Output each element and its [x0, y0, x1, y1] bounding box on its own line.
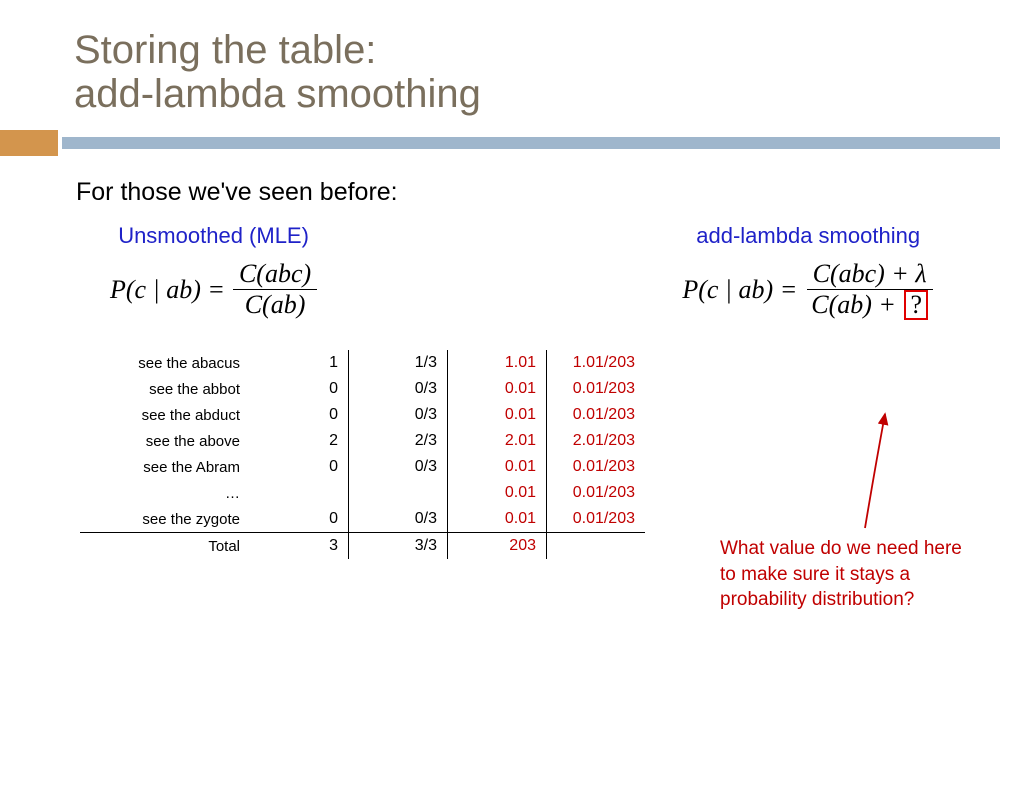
table-row: see the abduct00/30.010.01/203: [80, 402, 645, 428]
accent-box: [0, 130, 58, 156]
phrase-cell: …: [80, 480, 250, 506]
al-prob-cell: 0.01/203: [547, 454, 646, 480]
mle-cell: 0/3: [349, 454, 448, 480]
mle-cell: [349, 480, 448, 506]
al-prob-cell: 0.01/203: [547, 506, 646, 533]
unsmoothed-column: Unsmoothed (MLE) P(c | ab) = C(abc) C(ab…: [110, 223, 317, 320]
al-count-cell: 0.01: [448, 480, 547, 506]
count-cell: 3: [250, 533, 349, 560]
phrase-cell: see the above: [80, 428, 250, 454]
formula-row: Unsmoothed (MLE) P(c | ab) = C(abc) C(ab…: [110, 223, 934, 320]
al-count-cell: 2.01: [448, 428, 547, 454]
al-count-cell: 0.01: [448, 376, 547, 402]
count-cell: 0: [250, 454, 349, 480]
unknown-box: ?: [904, 290, 928, 320]
fraction: C(abc) + λ C(ab) + ?: [805, 259, 934, 320]
table-row: see the abbot00/30.010.01/203: [80, 376, 645, 402]
formula-lhs: P(c | ab) =: [110, 275, 225, 305]
al-count-cell: 203: [448, 533, 547, 560]
al-count-cell: 0.01: [448, 454, 547, 480]
phrase-cell: see the abduct: [80, 402, 250, 428]
al-prob-cell: 0.01/203: [547, 376, 646, 402]
phrase-cell: Total: [80, 533, 250, 560]
table-total-row: Total33/3203: [80, 533, 645, 560]
title-line-2: add-lambda smoothing: [74, 72, 481, 116]
count-cell: 0: [250, 376, 349, 402]
table-row: see the abacus11/31.011.01/203: [80, 350, 645, 376]
phrase-cell: see the Abram: [80, 454, 250, 480]
denominator: C(ab) + ?: [805, 290, 934, 320]
mle-cell: 0/3: [349, 402, 448, 428]
unsmoothed-header: Unsmoothed (MLE): [110, 223, 317, 249]
count-cell: 0: [250, 402, 349, 428]
unsmoothed-formula: P(c | ab) = C(abc) C(ab): [110, 259, 317, 320]
lambda-symbol: λ: [915, 259, 926, 288]
table-row: … 0.010.01/203: [80, 480, 645, 506]
title-underline: [0, 130, 1024, 156]
slide-title: Storing the table: add-lambda smoothing: [74, 28, 1024, 116]
denominator: C(ab): [239, 290, 312, 320]
phrase-cell: see the zygote: [80, 506, 250, 533]
mle-cell: 0/3: [349, 506, 448, 533]
al-prob-cell: 1.01/203: [547, 350, 646, 376]
data-table: see the abacus11/31.011.01/203see the ab…: [80, 350, 1024, 559]
formula-lhs: P(c | ab) =: [682, 275, 797, 305]
table-row: see the Abram00/30.010.01/203: [80, 454, 645, 480]
table-row: see the above22/32.012.01/203: [80, 428, 645, 454]
al-prob-cell: 2.01/203: [547, 428, 646, 454]
table-row: see the zygote00/30.010.01/203: [80, 506, 645, 533]
al-count-cell: 0.01: [448, 402, 547, 428]
fraction: C(abc) C(ab): [233, 259, 317, 320]
add-lambda-formula: P(c | ab) = C(abc) + λ C(ab) + ?: [682, 259, 934, 320]
mle-cell: 2/3: [349, 428, 448, 454]
title-line-1: Storing the table:: [74, 28, 376, 72]
callout-text: What value do we need here to make sure …: [720, 536, 980, 613]
add-lambda-column: add-lambda smoothing P(c | ab) = C(abc) …: [682, 223, 934, 320]
count-cell: [250, 480, 349, 506]
mle-cell: 0/3: [349, 376, 448, 402]
al-prob-cell: 0.01/203: [547, 402, 646, 428]
count-cell: 2: [250, 428, 349, 454]
numerator: C(abc): [233, 259, 317, 290]
subtitle: For those we've seen before:: [76, 178, 1024, 207]
mle-cell: 3/3: [349, 533, 448, 560]
al-count-cell: 1.01: [448, 350, 547, 376]
mle-cell: 1/3: [349, 350, 448, 376]
phrase-cell: see the abbot: [80, 376, 250, 402]
numerator: C(abc) + λ: [807, 259, 933, 290]
count-cell: 1: [250, 350, 349, 376]
al-prob-cell: [547, 533, 646, 560]
phrase-cell: see the abacus: [80, 350, 250, 376]
al-prob-cell: 0.01/203: [547, 480, 646, 506]
count-cell: 0: [250, 506, 349, 533]
al-count-cell: 0.01: [448, 506, 547, 533]
add-lambda-header: add-lambda smoothing: [682, 223, 934, 249]
divider-bar: [62, 137, 1000, 149]
